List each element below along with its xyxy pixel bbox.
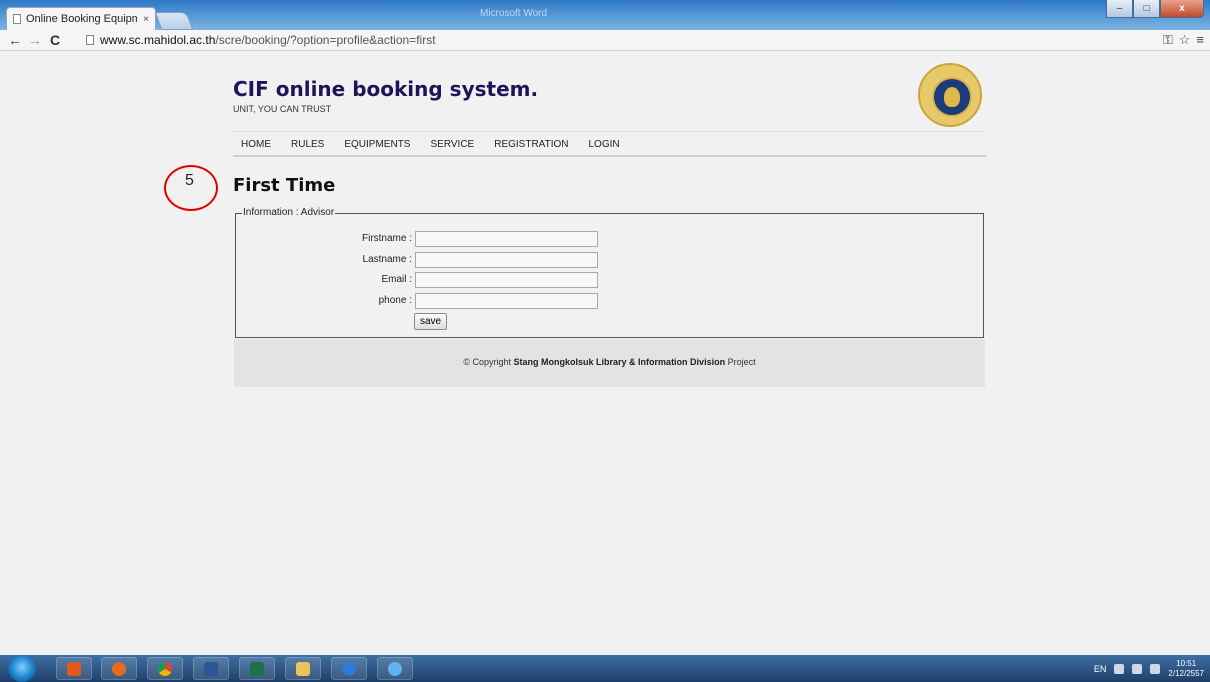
divider <box>233 155 986 157</box>
copyright-owner: Stang Mongkolsuk Library & Information D… <box>513 357 726 367</box>
firstname-input[interactable] <box>415 231 598 247</box>
taskbar: EN 10:51 2/12/2557 <box>0 655 1210 682</box>
window-title: Microsoft Word <box>480 8 548 19</box>
email-label: Email : <box>381 274 412 285</box>
browser-tab[interactable]: Online Booking Equipmen × <box>6 7 156 30</box>
form-row: Firstname : <box>236 231 983 247</box>
menu-item-login[interactable]: LOGIN <box>578 137 629 155</box>
fieldset-legend: Information : Advisor <box>242 207 336 218</box>
star-icon[interactable]: ☆ <box>1179 32 1191 48</box>
menu-icon[interactable]: ≡ <box>1196 32 1204 48</box>
annotation-number: 5 <box>185 172 194 189</box>
form-row: Email : <box>236 272 983 288</box>
email-input[interactable] <box>415 272 598 288</box>
menu-item-home[interactable]: HOME <box>233 137 281 155</box>
firefox-icon[interactable] <box>101 657 137 680</box>
window-controls: – □ x <box>1106 0 1204 18</box>
media-player-icon[interactable] <box>56 657 92 680</box>
address-bar[interactable]: www.sc.mahidol.ac.th /scre/booking/?opti… <box>86 32 1106 48</box>
footer: © Copyright Stang Mongkolsuk Library & I… <box>234 339 985 387</box>
excel-icon[interactable] <box>239 657 275 680</box>
new-tab-button[interactable] <box>154 12 194 30</box>
form-row: Lastname : <box>236 252 983 268</box>
close-window-button[interactable]: x <box>1160 0 1204 18</box>
start-button[interactable] <box>8 655 36 682</box>
forward-arrow-icon[interactable]: → <box>28 32 42 48</box>
copyright-prefix: © Copyright <box>463 357 514 367</box>
url-path: /scre/booking/?option=profile&action=fir… <box>215 33 436 47</box>
save-button[interactable]: save <box>414 313 448 330</box>
maximize-button[interactable]: □ <box>1133 0 1160 18</box>
site-title: CIF online booking system. <box>233 77 539 101</box>
network-icon[interactable] <box>1132 664 1143 674</box>
site-tagline: UNIT, YOU CAN TRUST <box>233 104 332 114</box>
divider <box>233 131 986 132</box>
tray-chevron-icon[interactable] <box>1114 664 1125 674</box>
copyright-suffix: Project <box>725 357 756 367</box>
copyright-text: © Copyright Stang Mongkolsuk Library & I… <box>234 357 985 367</box>
minimize-button[interactable]: – <box>1106 0 1133 18</box>
firstname-label: Firstname : <box>361 233 412 244</box>
browser-titlebar: Online Booking Equipmen × Microsoft Word… <box>0 0 1210 30</box>
lastname-label: Lastname : <box>362 254 412 265</box>
menu-item-registration[interactable]: REGISTRATION <box>484 137 578 155</box>
internet-explorer-icon[interactable] <box>377 657 413 680</box>
page-icon <box>86 35 94 45</box>
phone-input[interactable] <box>415 293 598 309</box>
page-icon <box>13 14 21 24</box>
clock-date: 2/12/2557 <box>1168 669 1204 678</box>
lastname-input[interactable] <box>415 252 598 268</box>
form-row: phone : <box>236 293 983 309</box>
advisor-fieldset: Information : Advisor Firstname : Lastna… <box>235 207 984 338</box>
word-icon[interactable] <box>193 657 229 680</box>
back-arrow-icon[interactable]: ← <box>8 32 22 48</box>
url-domain: www.sc.mahidol.ac.th <box>100 33 216 47</box>
key-icon[interactable]: ⚿ <box>1163 32 1173 48</box>
page-title: First Time <box>233 175 336 196</box>
system-tray: EN 10:51 2/12/2557 <box>1094 659 1204 679</box>
tab-close-icon[interactable]: × <box>137 14 155 25</box>
university-seal-logo <box>918 63 982 127</box>
main-menu: HOME RULES EQUIPMENTS SERVICE REGISTRATI… <box>233 137 986 155</box>
teamviewer-icon[interactable] <box>331 657 367 680</box>
phone-label: phone : <box>378 295 412 306</box>
menu-item-rules[interactable]: RULES <box>281 137 334 155</box>
tab-title: Online Booking Equipmen <box>26 13 138 25</box>
browser-toolbar: ← → C www.sc.mahidol.ac.th /scre/booking… <box>0 30 1210 51</box>
clock[interactable]: 10:51 2/12/2557 <box>1168 659 1204 679</box>
chrome-icon[interactable] <box>147 657 183 680</box>
file-explorer-icon[interactable] <box>285 657 321 680</box>
volume-icon[interactable] <box>1150 664 1161 674</box>
language-indicator[interactable]: EN <box>1094 664 1107 674</box>
page-content: CIF online booking system. UNIT, YOU CAN… <box>0 51 1210 655</box>
menu-item-equipments[interactable]: EQUIPMENTS <box>334 137 420 155</box>
reload-icon[interactable]: C <box>50 32 60 48</box>
menu-item-service[interactable]: SERVICE <box>420 137 484 155</box>
clock-time: 10:51 <box>1176 659 1197 668</box>
